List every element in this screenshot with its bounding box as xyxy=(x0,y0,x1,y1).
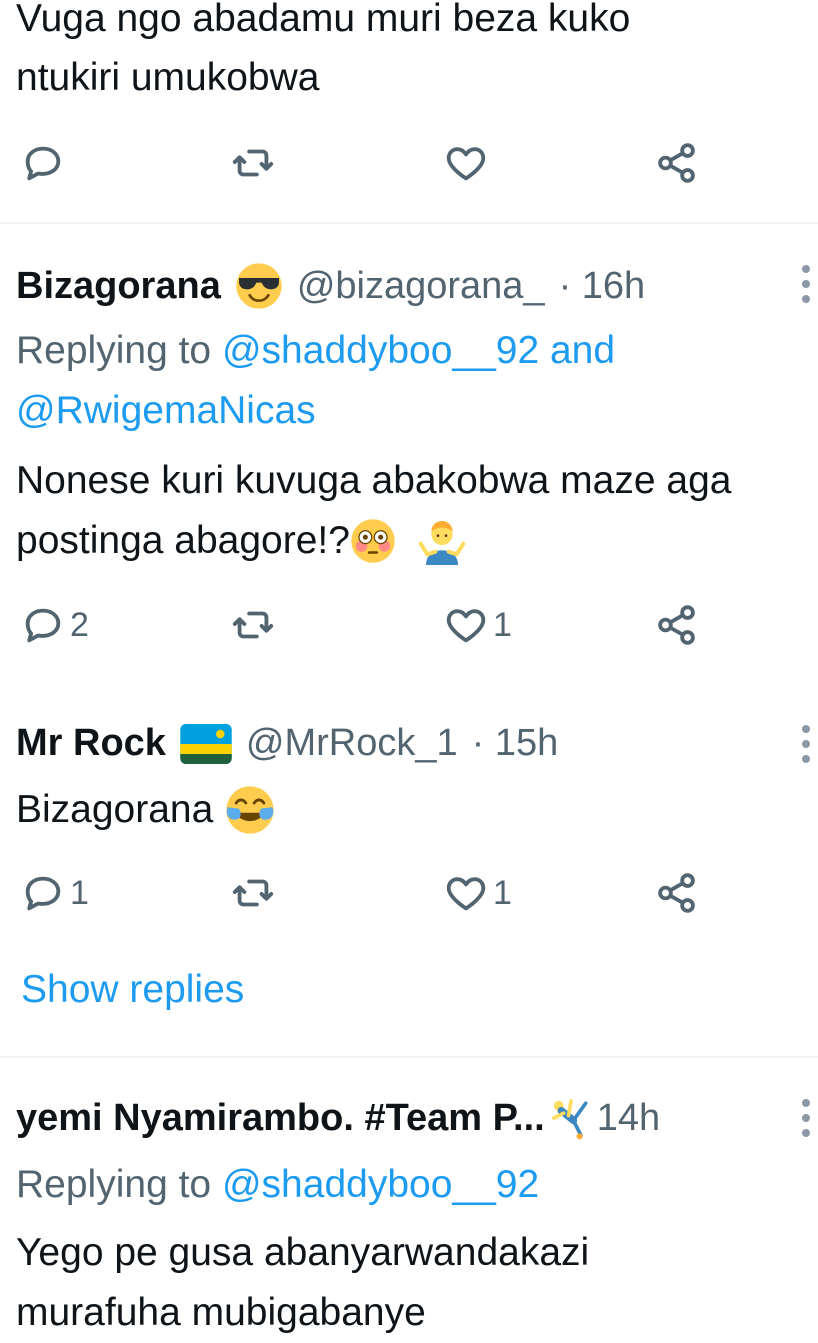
replying-prefix: Replying to xyxy=(16,329,212,372)
heart-icon xyxy=(446,609,486,643)
share-icon xyxy=(658,873,695,913)
reply-icon xyxy=(25,146,61,181)
tweet-divider xyxy=(0,1056,818,1058)
more-options-icon[interactable] xyxy=(801,1099,811,1137)
tweet-divider xyxy=(0,222,818,224)
author-name[interactable]: Mr Rock xyxy=(16,722,166,765)
author-name[interactable]: Bizagorana xyxy=(16,265,221,308)
like-button[interactable] xyxy=(443,140,489,186)
more-options-icon[interactable] xyxy=(801,725,811,763)
tweet-time[interactable]: 14h xyxy=(597,1097,660,1140)
flushed-face-icon xyxy=(351,519,395,563)
face-with-tears-of-joy-icon xyxy=(226,786,274,834)
reply-count: 2 xyxy=(70,605,89,644)
heart-icon xyxy=(446,877,486,911)
tweet-text-line: Vuga ngo abadamu muri beza kuko xyxy=(16,0,631,40)
tweet-text-line: Nonese kuri kuvuga abakobwa maze aga xyxy=(16,459,732,502)
like-count: 1 xyxy=(493,873,512,912)
tweet-header: yemi Nyamirambo. #Team P... 14h xyxy=(16,1096,660,1140)
tweet-text-line-with-emoji: Bizagorana xyxy=(16,780,275,840)
retweet-icon xyxy=(232,879,274,907)
man-shrugging-icon xyxy=(418,521,466,565)
tweet-text-line: Yego pe gusa abanyarwandakazi xyxy=(16,1231,590,1274)
reply-button[interactable] xyxy=(20,140,66,186)
tweet-text: Bizagorana xyxy=(16,788,214,831)
retweet-icon xyxy=(232,149,274,177)
share-button[interactable] xyxy=(654,602,700,648)
replying-to: Replying to @shaddyboo__92 xyxy=(16,1155,539,1215)
share-icon xyxy=(658,143,695,183)
share-icon xyxy=(658,605,695,645)
reply-count: 1 xyxy=(70,873,89,912)
tweet-text-line: murafuha mubigabanye xyxy=(16,1291,426,1334)
tweet-text-line: ntukiri umukobwa xyxy=(16,56,320,99)
heart-icon xyxy=(446,147,486,181)
retweet-button[interactable] xyxy=(230,602,276,648)
like-button[interactable]: 1 xyxy=(443,870,512,916)
reply-icon xyxy=(25,608,61,643)
retweet-button[interactable] xyxy=(230,870,276,916)
author-name[interactable]: yemi Nyamirambo. #Team P... xyxy=(16,1097,545,1140)
rwanda-flag-icon xyxy=(180,723,232,764)
replying-to: Replying to @shaddyboo__92 and xyxy=(16,321,615,381)
tweet-time[interactable]: · 15h xyxy=(472,722,559,765)
tweet-header: Bizagorana @bizagorana_ · 16h xyxy=(16,262,645,310)
tweet-text-line-with-emoji: postinga abagore!? xyxy=(16,511,466,571)
share-button[interactable] xyxy=(654,870,700,916)
tweet-text: postinga abagore!? xyxy=(16,519,350,562)
author-handle[interactable]: @MrRock_1 xyxy=(246,722,458,765)
replying-users-link[interactable]: @shaddyboo__92 and xyxy=(222,329,615,372)
reply-icon xyxy=(25,876,61,911)
show-replies-link[interactable]: Show replies xyxy=(21,960,244,1020)
reply-button[interactable]: 2 xyxy=(20,602,89,648)
author-handle[interactable]: @bizagorana_ xyxy=(297,265,545,308)
like-button[interactable]: 1 xyxy=(443,602,512,648)
tweet-time[interactable]: · 16h xyxy=(559,265,646,308)
smiling-face-with-sunglasses-icon xyxy=(236,263,282,309)
replying-user-link[interactable]: @shaddyboo__92 xyxy=(222,1163,539,1206)
retweet-icon xyxy=(232,611,274,639)
replying-prefix: Replying to xyxy=(16,1163,212,1206)
share-button[interactable] xyxy=(654,140,700,186)
replying-user-link[interactable]: @RwigemaNicas xyxy=(16,381,316,441)
like-count: 1 xyxy=(493,605,512,644)
reply-button[interactable]: 1 xyxy=(20,870,89,916)
retweet-button[interactable] xyxy=(230,140,276,186)
person-cartwheeling-icon xyxy=(551,1099,588,1140)
tweet-header: Mr Rock @MrRock_1 · 15h xyxy=(16,722,558,765)
more-options-icon[interactable] xyxy=(801,265,811,303)
